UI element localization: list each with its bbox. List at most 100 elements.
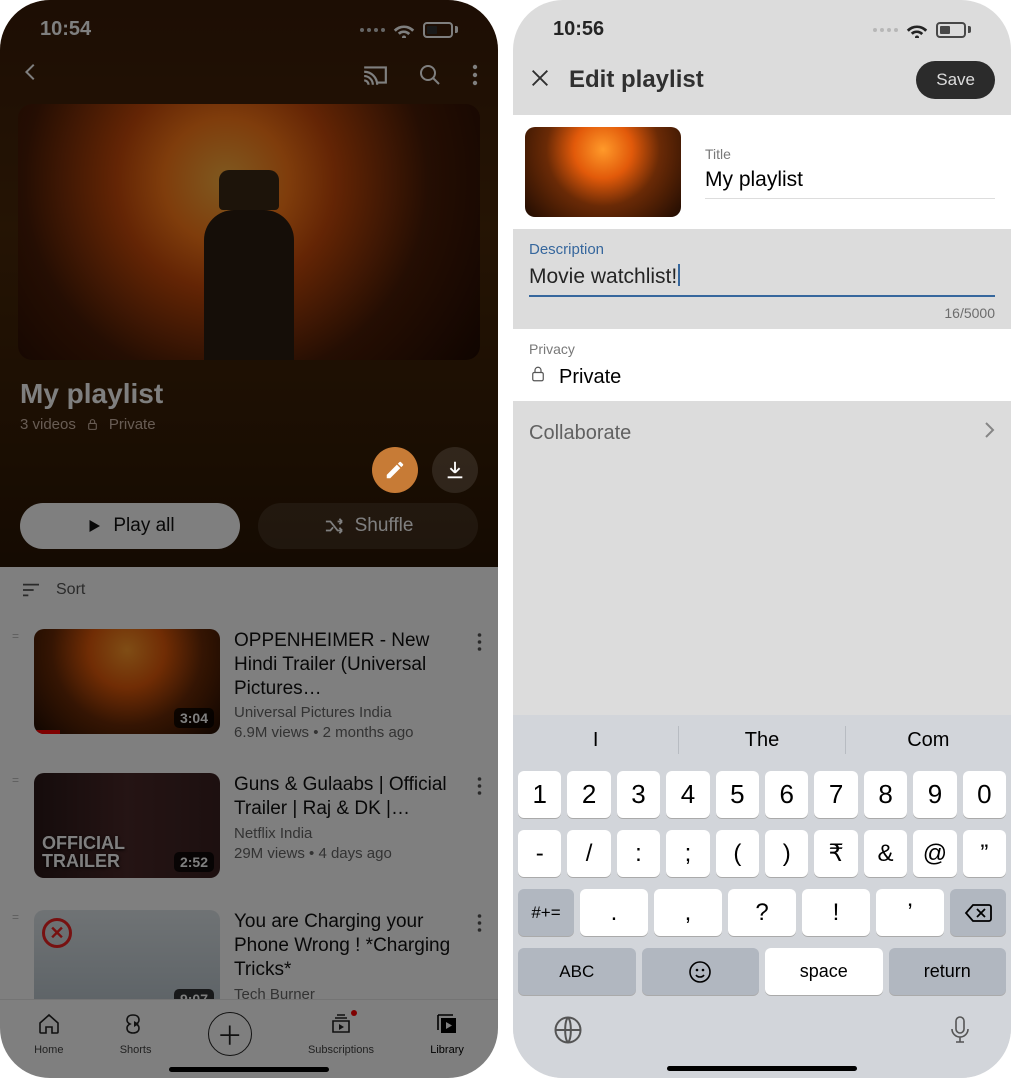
video-thumbnail[interactable]: 3:04 <box>34 629 220 734</box>
key[interactable]: 8 <box>864 771 907 818</box>
text-cursor <box>678 264 680 286</box>
key[interactable]: : <box>617 830 660 877</box>
key[interactable]: - <box>518 830 561 877</box>
key[interactable]: @ <box>913 830 956 877</box>
key-space[interactable]: space <box>765 948 883 995</box>
video-meta: 6.9M views • 2 months ago <box>234 724 455 741</box>
key[interactable]: ) <box>765 830 808 877</box>
download-button[interactable] <box>432 447 478 493</box>
key-abc[interactable]: ABC <box>518 948 636 995</box>
key[interactable]: & <box>864 830 907 877</box>
key[interactable]: , <box>654 889 722 936</box>
key-row-mid: #+= . , ? ! ’ <box>513 883 1011 942</box>
key-row-bottom: ABC space return <box>513 942 1011 1001</box>
title-label: Title <box>705 146 995 162</box>
collaborate-row[interactable]: Collaborate <box>513 401 1011 465</box>
drag-handle-icon[interactable]: = <box>12 773 20 787</box>
globe-icon[interactable] <box>553 1015 583 1050</box>
key[interactable]: ” <box>963 830 1006 877</box>
thumbnail-overlay-text: OFFICIAL TRAILER <box>42 834 125 870</box>
duration-badge: 3:04 <box>174 708 214 728</box>
backspace-icon <box>964 903 992 923</box>
nav-create[interactable]: ＋ <box>208 1012 252 1056</box>
key-return[interactable]: return <box>889 948 1007 995</box>
video-channel: Universal Pictures India <box>234 704 455 721</box>
home-indicator <box>667 1066 857 1071</box>
video-item[interactable]: = 3:04 OPPENHEIMER - New Hindi Trailer (… <box>0 613 498 757</box>
nav-library[interactable]: Library <box>430 1012 464 1056</box>
nav-subscriptions[interactable]: Subscriptions <box>308 1012 374 1056</box>
privacy-value: Private <box>559 366 621 389</box>
status-icons <box>360 22 458 38</box>
drag-handle-icon[interactable]: = <box>12 910 20 924</box>
privacy-card[interactable]: Privacy Private <box>513 329 1011 401</box>
video-more-icon[interactable] <box>473 773 486 804</box>
save-button[interactable]: Save <box>916 61 995 99</box>
video-title: You are Charging your Phone Wrong ! *Cha… <box>234 910 455 981</box>
battery-icon <box>423 22 458 38</box>
shorts-icon <box>124 1012 148 1039</box>
nav-shorts[interactable]: Shorts <box>120 1012 152 1056</box>
description-value: Movie watchlist! <box>529 264 995 289</box>
plus-icon: ＋ <box>217 1016 243 1053</box>
video-more-icon[interactable] <box>473 629 486 660</box>
key[interactable]: ’ <box>876 889 944 936</box>
key-shift[interactable]: #+= <box>518 889 574 936</box>
nav-home[interactable]: Home <box>34 1012 63 1056</box>
key[interactable]: ! <box>802 889 870 936</box>
playlist-thumbnail-small <box>525 127 681 217</box>
key-emoji[interactable] <box>642 948 760 995</box>
playlist-header-area: 10:54 <box>0 0 498 567</box>
key-backspace[interactable] <box>950 889 1006 936</box>
drag-handle-icon[interactable]: = <box>12 629 20 643</box>
sort-label: Sort <box>56 581 85 599</box>
close-button[interactable] <box>529 67 551 94</box>
key[interactable]: 9 <box>913 771 956 818</box>
key[interactable]: 7 <box>814 771 857 818</box>
emoji-icon <box>688 960 712 984</box>
edit-button[interactable] <box>372 447 418 493</box>
description-input[interactable]: Movie watchlist! <box>529 264 995 297</box>
key[interactable]: 1 <box>518 771 561 818</box>
search-icon[interactable] <box>418 63 442 87</box>
sort-button[interactable]: Sort <box>0 567 498 613</box>
video-title: OPPENHEIMER - New Hindi Trailer (Univers… <box>234 629 455 700</box>
home-icon <box>37 1012 61 1039</box>
nav-label: Subscriptions <box>308 1044 374 1056</box>
suggestion[interactable]: The <box>679 729 844 752</box>
key[interactable]: ? <box>728 889 796 936</box>
shuffle-button[interactable]: Shuffle <box>258 503 478 549</box>
suggestion[interactable]: Com <box>846 729 1011 752</box>
key[interactable]: 6 <box>765 771 808 818</box>
more-icon[interactable] <box>472 64 478 86</box>
home-indicator <box>169 1067 329 1072</box>
shuffle-label: Shuffle <box>355 515 414 537</box>
key[interactable]: ( <box>716 830 759 877</box>
key[interactable]: . <box>580 889 648 936</box>
cast-icon[interactable] <box>362 64 388 86</box>
nav-label: Shorts <box>120 1044 152 1056</box>
key[interactable]: 0 <box>963 771 1006 818</box>
wifi-icon <box>906 22 928 38</box>
lock-icon <box>86 416 99 433</box>
mic-icon[interactable] <box>949 1015 971 1050</box>
back-button[interactable] <box>20 61 42 88</box>
description-section: Description Movie watchlist! <box>513 229 1011 301</box>
video-count: 3 videos <box>20 416 76 433</box>
key[interactable]: / <box>567 830 610 877</box>
play-all-button[interactable]: Play all <box>20 503 240 549</box>
key[interactable]: 5 <box>716 771 759 818</box>
video-list: = 3:04 OPPENHEIMER - New Hindi Trailer (… <box>0 613 498 1039</box>
key[interactable]: 3 <box>617 771 660 818</box>
title-input[interactable]: My playlist <box>705 168 995 199</box>
key[interactable]: ; <box>666 830 709 877</box>
key[interactable]: 2 <box>567 771 610 818</box>
video-thumbnail[interactable]: OFFICIAL TRAILER 2:52 <box>34 773 220 878</box>
key[interactable]: ₹ <box>814 830 857 877</box>
nav-label: Library <box>430 1044 464 1056</box>
suggestion[interactable]: I <box>513 729 678 752</box>
status-time: 10:54 <box>40 18 91 41</box>
video-item[interactable]: = OFFICIAL TRAILER 2:52 Guns & Gulaabs |… <box>0 757 498 894</box>
key[interactable]: 4 <box>666 771 709 818</box>
video-more-icon[interactable] <box>473 910 486 941</box>
